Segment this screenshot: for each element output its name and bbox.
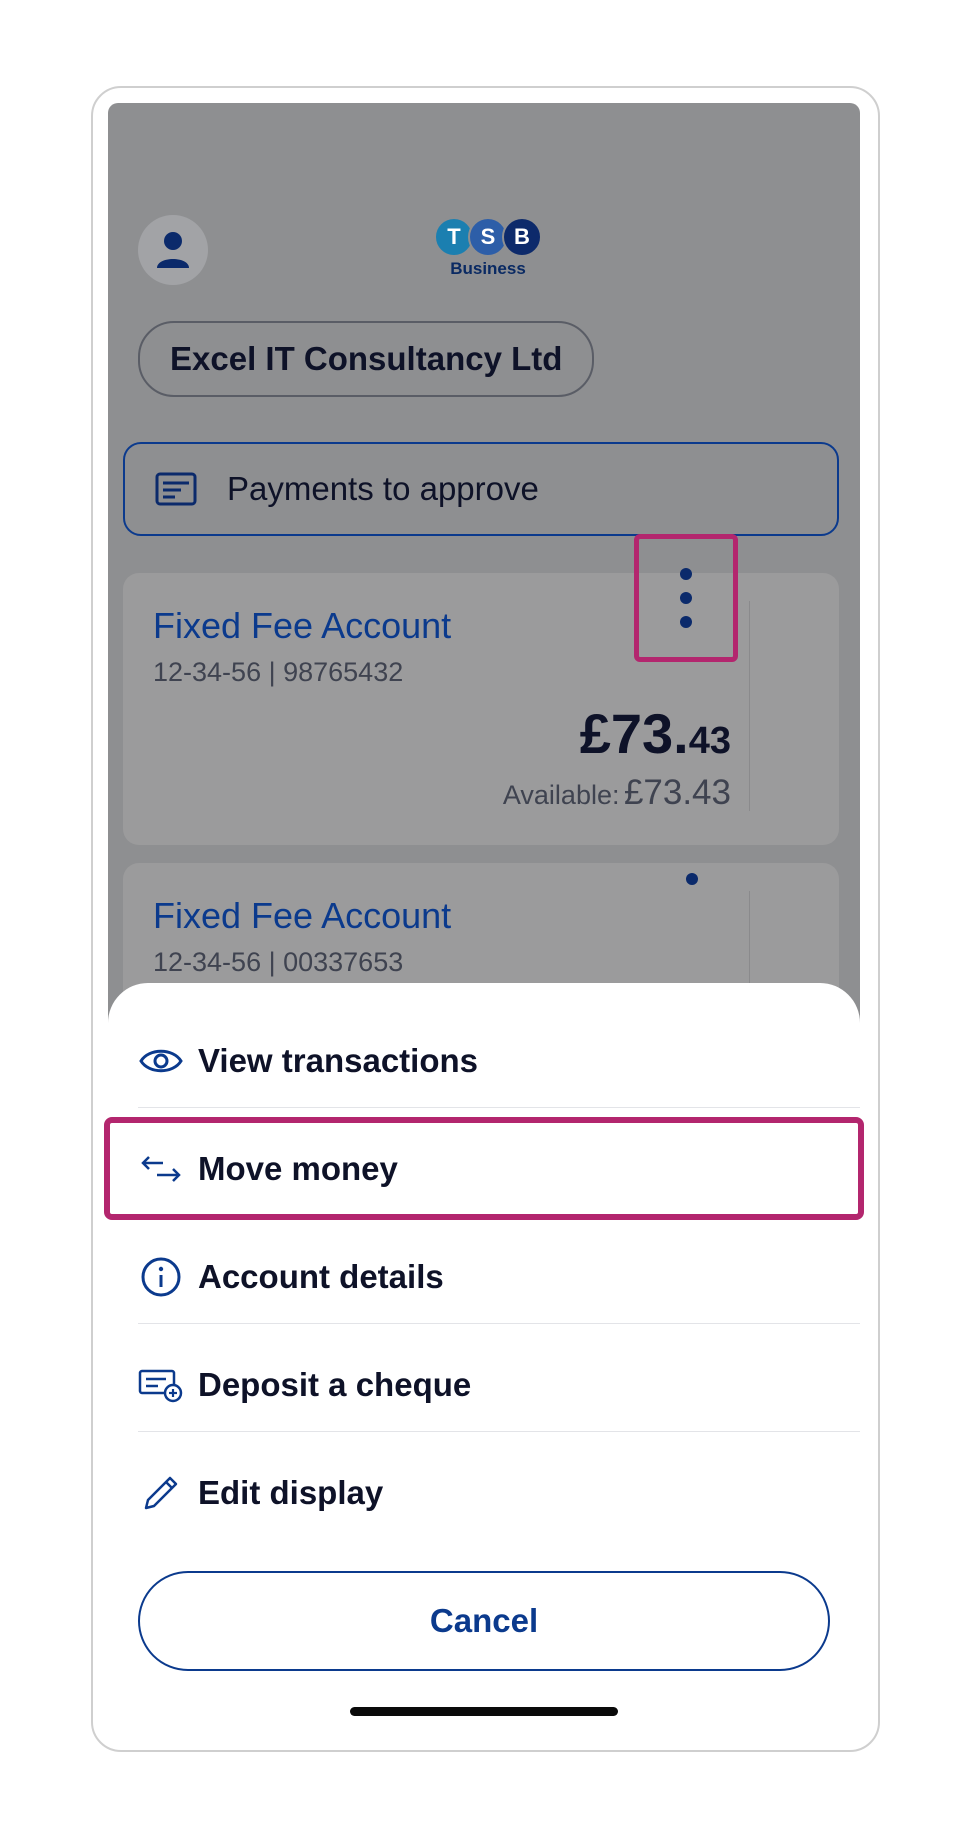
account-more-options-button[interactable] [634, 534, 738, 662]
cheque-add-icon [138, 1362, 184, 1408]
pencil-icon [138, 1470, 184, 1516]
more-dot [680, 568, 692, 580]
move-money-highlight-box [104, 1117, 864, 1220]
menu-label: View transactions [198, 1041, 479, 1079]
menu-deposit-cheque[interactable]: Deposit a cheque [138, 1331, 860, 1438]
more-options-icon-partial [686, 873, 698, 885]
account-sort-number: 12-34-56 | 00337653 [153, 947, 404, 977]
menu-divider [138, 1431, 860, 1432]
balance-major: £73. [579, 702, 689, 765]
document-icon [155, 472, 197, 506]
menu-view-transactions[interactable]: View transactions [138, 1007, 860, 1114]
cancel-button[interactable]: Cancel [138, 1571, 830, 1671]
logo-subtitle: Business [450, 259, 526, 278]
balance-minor: 43 [688, 720, 731, 762]
available-label: Available: [502, 780, 620, 810]
logo-letter-b: B [502, 217, 542, 257]
menu-divider [138, 1323, 860, 1324]
payments-to-approve-button[interactable]: Payments to approve [123, 442, 839, 536]
menu-label: Edit display [198, 1473, 384, 1511]
more-dot [680, 616, 692, 628]
account-name: Fixed Fee Account [153, 605, 452, 646]
tsb-business-logo: T S B Business [433, 217, 543, 281]
available-amount: £73.43 [623, 773, 731, 812]
person-icon [157, 232, 189, 268]
menu-edit-display[interactable]: Edit display [138, 1439, 860, 1546]
info-icon [138, 1254, 184, 1300]
available-balance: Available: £73.43 [503, 773, 731, 813]
menu-label: Account details [198, 1257, 444, 1295]
menu-label: Deposit a cheque [198, 1365, 472, 1403]
menu-account-details[interactable]: Account details [138, 1223, 860, 1330]
menu-divider [138, 1107, 860, 1108]
more-dot [680, 592, 692, 604]
account-name: Fixed Fee Account [153, 895, 452, 936]
account-balance: £73.43 [580, 701, 731, 766]
home-indicator[interactable] [350, 1707, 618, 1716]
payments-label: Payments to approve [227, 470, 539, 507]
account-sort-number: 12-34-56 | 98765432 [153, 657, 404, 687]
profile-avatar[interactable] [138, 215, 208, 285]
card-divider [749, 601, 750, 811]
eye-icon [138, 1038, 184, 1084]
company-selector[interactable]: Excel IT Consultancy Ltd [138, 321, 595, 397]
